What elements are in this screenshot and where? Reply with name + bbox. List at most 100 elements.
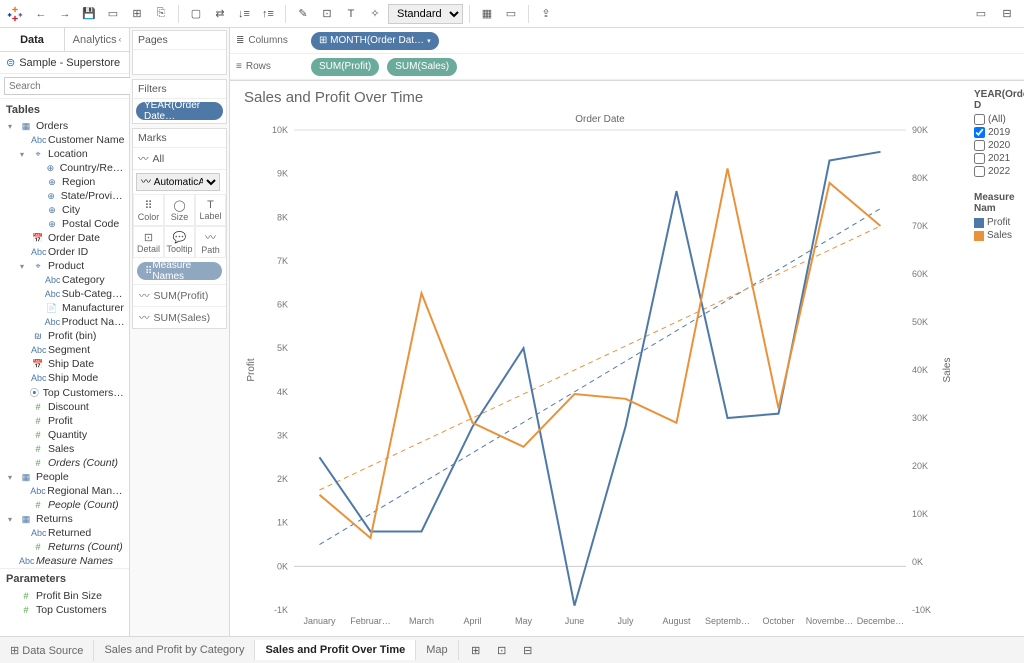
svg-text:7K: 7K xyxy=(277,256,288,266)
legend-item-sales: Sales xyxy=(974,229,1022,242)
filters-card[interactable]: Filters YEAR(Order Date… xyxy=(132,79,227,124)
marks-sum-sales[interactable]: 〰SUM(Sales) xyxy=(133,306,226,328)
rows-shelf[interactable]: ≡Rows SUM(Profit) SUM(Sales) xyxy=(230,54,1024,80)
rows-pill-sales[interactable]: SUM(Sales) xyxy=(387,58,457,76)
tab-data[interactable]: Data xyxy=(0,28,65,51)
pages-card[interactable]: Pages xyxy=(132,30,227,75)
field-orders[interactable]: ▾▦Orders xyxy=(0,119,129,133)
field-manufacturer[interactable]: 📄Manufacturer xyxy=(0,301,129,315)
svg-text:0K: 0K xyxy=(912,557,923,567)
field-ship-date[interactable]: 📅Ship Date xyxy=(0,357,129,371)
showme-panel-button[interactable]: ⊟ xyxy=(996,3,1018,25)
field-top-customers-by-pr-[interactable]: ⦿Top Customers by Pr… xyxy=(0,385,129,400)
save-button[interactable]: 💾 xyxy=(78,3,100,25)
new-datasource-button[interactable]: ▭ xyxy=(102,3,124,25)
year-checkbox-2022[interactable]: 2022 xyxy=(974,165,1022,178)
field-returns-count-[interactable]: #Returns (Count) xyxy=(0,540,129,554)
year-checkbox-2020[interactable]: 2020 xyxy=(974,139,1022,152)
field-returned[interactable]: AbcReturned xyxy=(0,526,129,540)
new-dashboard-button[interactable]: ⊡ xyxy=(491,639,513,661)
mark-label[interactable]: TLabel xyxy=(195,194,226,226)
field-regional-manager[interactable]: AbcRegional Manager xyxy=(0,484,129,498)
sheet-tab-sales-and-profit-by-category[interactable]: Sales and Profit by Category xyxy=(94,640,255,660)
tables-header: Tables xyxy=(0,101,129,119)
sheet-tab-map[interactable]: Map xyxy=(416,640,458,660)
chart-canvas[interactable]: Order Date-1K0K1K2K3K4K5K6K7K8K9K10K-10K… xyxy=(240,110,960,640)
duplicate-button[interactable]: ⎘ xyxy=(150,3,172,25)
mark-path[interactable]: 〰Path xyxy=(195,226,226,258)
field-product[interactable]: ▾⌖Product xyxy=(0,259,129,273)
datasource-row[interactable]: ⊜ Sample - Superstore xyxy=(0,52,129,74)
mark-size[interactable]: ◯Size xyxy=(164,194,195,226)
legend-item-profit: Profit xyxy=(974,216,1022,229)
field-profit-bin-[interactable]: ₪Profit (bin) xyxy=(0,329,129,343)
present-button[interactable]: ▭ xyxy=(500,3,522,25)
field-ship-mode[interactable]: AbcShip Mode xyxy=(0,371,129,385)
marks-type-select[interactable]: 〰 AutomaticAutomatic xyxy=(136,173,220,191)
fit-select[interactable]: Standard xyxy=(388,4,463,24)
field-quantity[interactable]: #Quantity xyxy=(0,428,129,442)
field-product-name[interactable]: AbcProduct Name xyxy=(0,315,129,329)
sheet-tab-sales-and-profit-over-time[interactable]: Sales and Profit Over Time xyxy=(255,640,416,660)
new-sheet-button[interactable]: ⊞ xyxy=(465,639,487,661)
measure-names-pill[interactable]: ⠿ Measure Names xyxy=(137,262,222,280)
field-region[interactable]: ⊕Region xyxy=(0,175,129,189)
filter-pill-year[interactable]: YEAR(Order Date… xyxy=(136,102,223,120)
year-checkbox-2019[interactable]: 2019 xyxy=(974,126,1022,139)
field-profit[interactable]: #Profit xyxy=(0,414,129,428)
measure-legend-title: Measure Nam xyxy=(974,190,1022,216)
field-returns[interactable]: ▾▦Returns xyxy=(0,512,129,526)
sort-desc-button[interactable]: ↑≡ xyxy=(257,3,279,25)
field-category[interactable]: AbcCategory xyxy=(0,273,129,287)
highlight-button[interactable]: ✎ xyxy=(292,3,314,25)
field-discount[interactable]: #Discount xyxy=(0,400,129,414)
field-sub-category[interactable]: AbcSub-Category xyxy=(0,287,129,301)
swap-button[interactable]: ⇄ xyxy=(209,3,231,25)
marks-sum-profit[interactable]: 〰SUM(Profit) xyxy=(133,284,226,306)
clear-button[interactable]: ▢ xyxy=(185,3,207,25)
showme-button[interactable]: ▦ xyxy=(476,3,498,25)
field-country-region[interactable]: ⊕Country/Region xyxy=(0,161,129,175)
field-order-date[interactable]: 📅Order Date xyxy=(0,231,129,245)
mark-tooltip[interactable]: 💬Tooltip xyxy=(164,226,195,258)
new-story-button[interactable]: ⊟ xyxy=(517,639,539,661)
pin-button[interactable]: ✧ xyxy=(364,3,386,25)
marks-all[interactable]: 〰All xyxy=(133,148,226,170)
field-segment[interactable]: AbcSegment xyxy=(0,343,129,357)
field-customer-name[interactable]: AbcCustomer Name xyxy=(0,133,129,147)
mark-detail[interactable]: ⊡Detail xyxy=(133,226,164,258)
marks-card: Marks 〰All 〰 AutomaticAutomatic ⠿Color◯S… xyxy=(132,128,227,329)
new-worksheet-button[interactable]: ⊞ xyxy=(126,3,148,25)
rows-pill-profit[interactable]: SUM(Profit) xyxy=(311,58,379,76)
field-location[interactable]: ▾⌖Location xyxy=(0,147,129,161)
svg-text:5K: 5K xyxy=(277,343,288,353)
guide-button[interactable]: ▭ xyxy=(970,3,992,25)
columns-shelf[interactable]: ≣Columns ⊞ MONTH(Order Dat…▾ xyxy=(230,28,1024,54)
back-button[interactable]: ← xyxy=(30,3,52,25)
svg-text:-1K: -1K xyxy=(274,605,288,615)
param-top-customers[interactable]: #Top Customers xyxy=(0,603,129,617)
field-postal-code[interactable]: ⊕Postal Code xyxy=(0,217,129,231)
field-measure-names[interactable]: AbcMeasure Names xyxy=(0,554,129,568)
forward-button[interactable]: → xyxy=(54,3,76,25)
group-button[interactable]: ⊡ xyxy=(316,3,338,25)
columns-pill-month[interactable]: ⊞ MONTH(Order Dat…▾ xyxy=(311,32,439,50)
param-profit-bin-size[interactable]: #Profit Bin Size xyxy=(0,589,129,603)
share-button[interactable]: ⇪ xyxy=(535,3,557,25)
mark-color[interactable]: ⠿Color xyxy=(133,194,164,226)
sort-asc-button[interactable]: ↓≡ xyxy=(233,3,255,25)
tab-analytics[interactable]: Analytics‹ xyxy=(65,28,129,51)
field-orders-count-[interactable]: #Orders (Count) xyxy=(0,456,129,470)
field-sales[interactable]: #Sales xyxy=(0,442,129,456)
tab-data-source[interactable]: ⊞ Data Source xyxy=(0,640,94,661)
columns-icon: ≣ xyxy=(236,35,244,46)
year-checkbox-2021[interactable]: 2021 xyxy=(974,152,1022,165)
field-order-id[interactable]: AbcOrder ID xyxy=(0,245,129,259)
chart-title[interactable]: Sales and Profit Over Time xyxy=(240,87,962,110)
field-state-province[interactable]: ⊕State/Province xyxy=(0,189,129,203)
field-city[interactable]: ⊕City xyxy=(0,203,129,217)
field-people-count-[interactable]: #People (Count) xyxy=(0,498,129,512)
year-checkbox-(All)[interactable]: (All) xyxy=(974,113,1022,126)
labels-button[interactable]: T xyxy=(340,3,362,25)
field-people[interactable]: ▾▦People xyxy=(0,470,129,484)
